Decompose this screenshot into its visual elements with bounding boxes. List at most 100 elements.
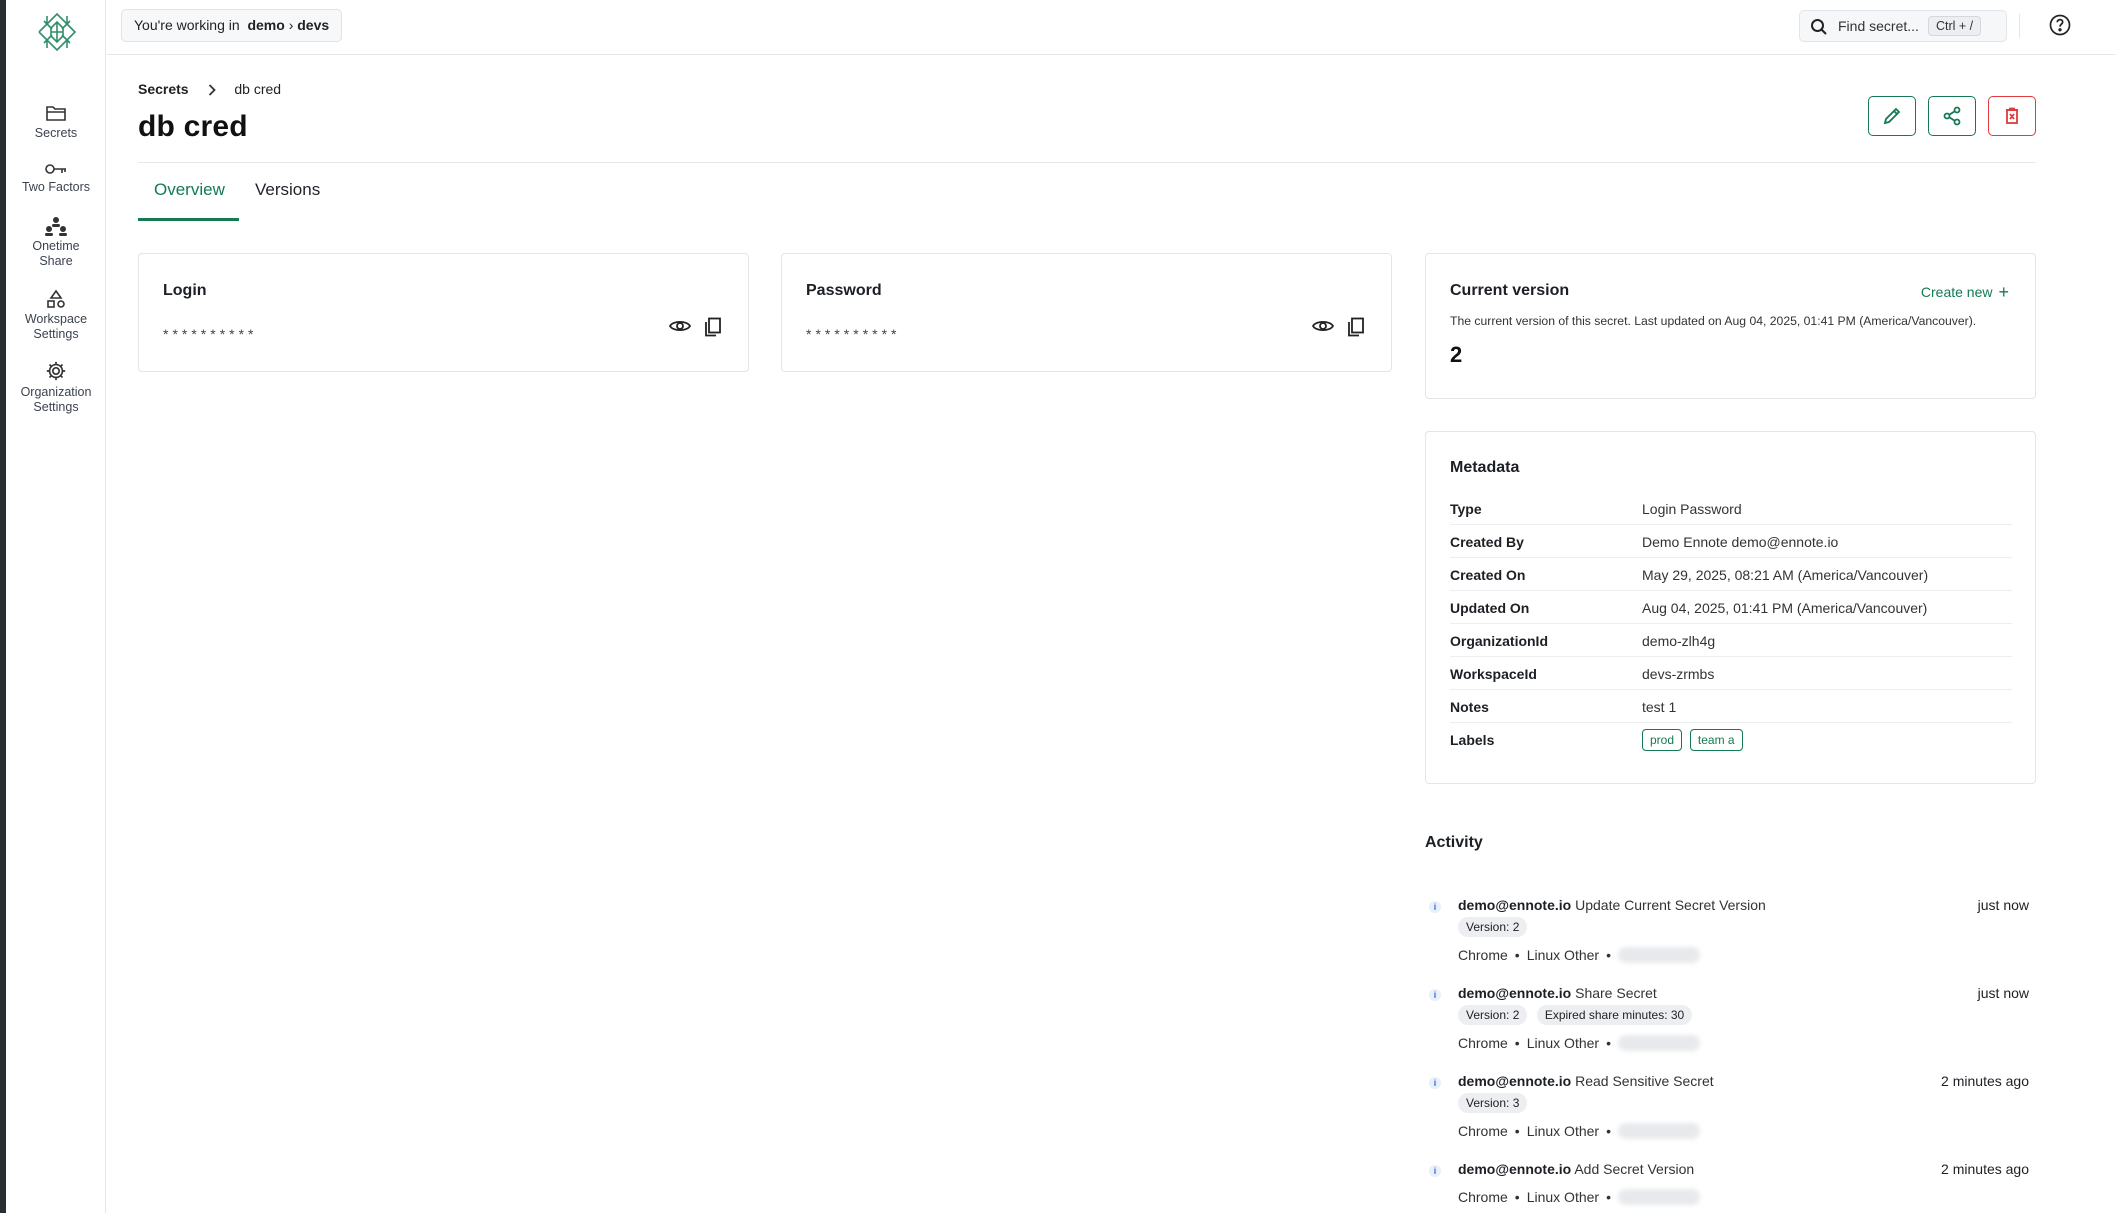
redacted-ip [1617,947,1700,963]
copy-icon[interactable] [1347,317,1365,337]
sidebar-item-organization-settings[interactable]: Organization Settings [6,360,106,415]
activity-browser: Chrome [1458,1035,1508,1051]
info-icon: i [1429,901,1441,913]
sidebar-item-workspace-settings[interactable]: Workspace Settings [6,289,106,342]
activity-time: 2 minutes ago [1941,1073,2029,1089]
metadata-value: May 29, 2025, 08:21 AM (America/Vancouve… [1642,567,1929,583]
tab-overview[interactable]: Overview [154,180,225,200]
top-bar: You're working in demo › devs Find secre… [107,0,2116,55]
metadata-table: Type Login Password Created By Demo Enno… [1450,492,2012,756]
activity-action: Update Current Secret Version [1575,897,1766,913]
metadata-key: OrganizationId [1450,633,1548,649]
sidebar-item-secrets[interactable]: Secrets [6,103,106,141]
activity-client: Chrome • Linux Other • [1458,1189,1700,1205]
sidebar-item-label: Organization [20,385,92,399]
label-chip[interactable]: prod [1642,729,1683,751]
breadcrumb: Secrets db cred [138,81,281,97]
activity-os: Linux Other [1526,947,1600,963]
metadata-row: WorkspaceId devs-zrmbs [1450,657,2012,690]
tab-versions[interactable]: Versions [255,180,320,200]
sidebar-item-two-factors[interactable]: Two Factors [6,161,106,195]
sidebar-item-label: Settings [33,400,79,414]
pencil-icon [1883,107,1901,125]
activity-action: Read Sensitive Secret [1575,1073,1714,1089]
activity-tag: Expired share minutes: 30 [1536,1005,1693,1025]
activity-os: Linux Other [1526,1123,1600,1139]
key-icon [45,164,66,174]
metadata-row: Type Login Password [1450,492,2012,525]
info-icon: i [1429,989,1441,1001]
search-icon [1811,19,1827,35]
eye-icon[interactable] [669,318,691,334]
context-prefix: You're working in [134,17,240,33]
activity-browser: Chrome [1458,1123,1508,1139]
divider [2019,14,2020,38]
breadcrumb-current: db cred [234,81,282,97]
activity-tags: Version: 2 [1458,917,1532,937]
edit-button[interactable] [1868,96,1916,136]
share-icon [1943,106,1961,126]
activity-time: 2 minutes ago [1941,1161,2029,1177]
header-divider [138,162,2036,163]
metadata-title: Metadata [1450,459,1520,476]
activity-time: just now [1977,985,2029,1001]
activity-client: Chrome • Linux Other • [1458,1035,1700,1051]
activity-browser: Chrome [1458,947,1508,963]
metadata-key: Type [1450,501,1482,517]
redacted-ip [1617,1189,1700,1205]
eye-icon[interactable] [1312,318,1334,334]
activity-item: i demo@ennote.io Update Current Secret V… [1425,897,2037,969]
activity-item: i demo@ennote.io Read Sensitive Secret 2… [1425,1073,2037,1145]
context-separator: › [288,17,294,33]
workspace-context[interactable]: You're working in demo › devs [121,9,343,42]
share-button[interactable] [1928,96,1976,136]
sidebar-item-label: Onetime [32,239,80,253]
help-icon[interactable] [2049,14,2071,36]
metadata-value: Demo Ennote demo@ennote.io [1642,534,1839,550]
activity-user: demo@ennote.io [1458,985,1572,1001]
info-icon: i [1429,1077,1441,1089]
metadata-value: devs-zrmbs [1642,666,1715,682]
plus-icon: + [1998,282,2009,302]
gear-icon [46,361,66,381]
app-logo[interactable] [35,10,79,54]
sidebar-item-label: Workspace [24,312,88,326]
context-workspace: devs [297,17,330,33]
search-input[interactable]: Find secret... Ctrl + / [1799,10,2007,42]
context-org: demo [247,17,285,33]
login-card: Login ********** [138,253,749,372]
delete-button[interactable] [1988,96,2036,136]
active-tab-indicator [138,218,239,221]
activity-action: Add Secret Version [1574,1161,1695,1177]
metadata-key: Updated On [1450,600,1530,616]
activity-summary: demo@ennote.io Add Secret Version [1458,1161,1694,1177]
metadata-row: Updated On Aug 04, 2025, 01:41 PM (Ameri… [1450,591,2012,624]
create-new-version-button[interactable]: Create new + [1921,282,2009,303]
metadata-card: Metadata Type Login Password Created By … [1425,431,2036,784]
activity-summary: demo@ennote.io Read Sensitive Secret [1458,1073,1714,1089]
current-version-description: The current version of this secret. Last… [1450,314,1977,328]
activity-title: Activity [1425,834,1483,851]
label-chip[interactable]: team a [1689,729,1743,751]
metadata-row: OrganizationId demo-zlh4g [1450,624,2012,657]
sidebar-item-label: Secrets [34,126,78,140]
activity-client: Chrome • Linux Other • [1458,1123,1700,1139]
login-masked-value: ********** [163,326,258,342]
activity-user: demo@ennote.io [1458,1073,1572,1089]
metadata-row: Labels prod team a [1450,723,2012,756]
redacted-ip [1617,1035,1700,1051]
activity-browser: Chrome [1458,1189,1508,1205]
users-share-icon [45,217,67,236]
breadcrumb-secrets-link[interactable]: Secrets [138,81,189,97]
password-masked-value: ********** [806,326,901,342]
activity-tag: Version: 2 [1458,917,1528,937]
activity-tags: Version: 3 [1458,1093,1532,1113]
redacted-ip [1617,1123,1700,1139]
activity-time: just now [1977,897,2029,913]
activity-user: demo@ennote.io [1458,1161,1572,1177]
folder-icon [46,106,66,121]
sidebar-item-onetime-share[interactable]: Onetime Share [6,216,106,269]
copy-icon[interactable] [704,317,722,337]
password-card: Password ********** [781,253,1392,372]
metadata-key: Created By [1450,534,1524,550]
